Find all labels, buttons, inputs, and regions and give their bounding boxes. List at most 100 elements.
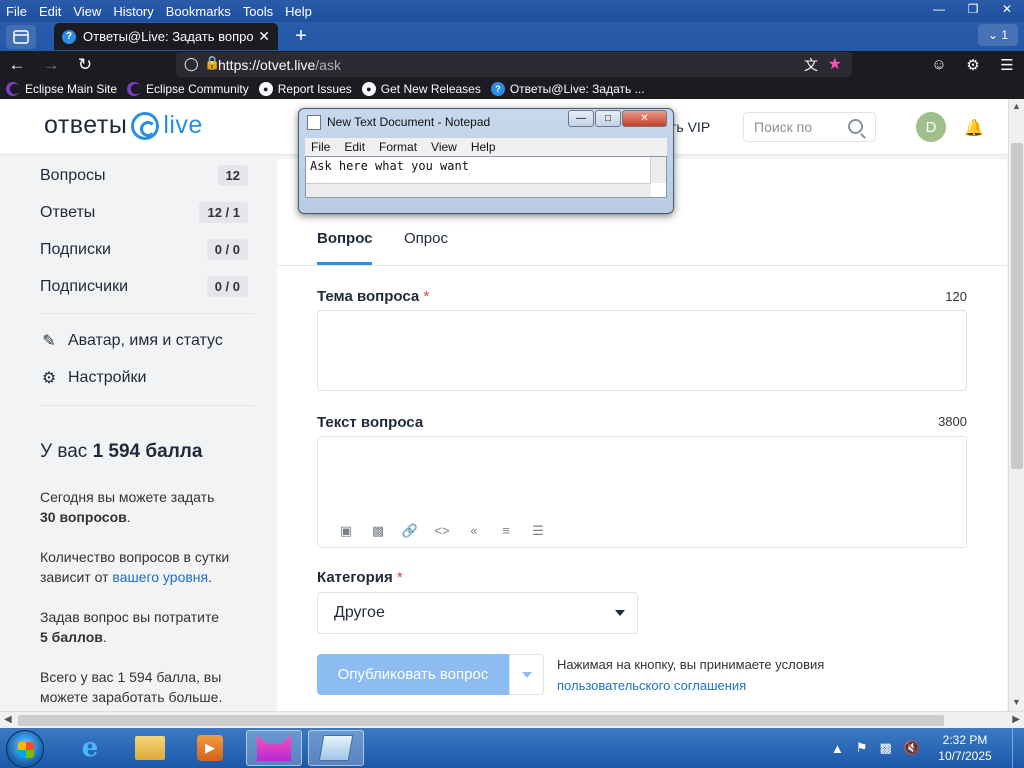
count-badge: 0 / 0: [206, 276, 248, 297]
search-icon[interactable]: [848, 119, 863, 134]
text-input[interactable]: ▣ ▩ 🔗 <> « ≡ ☰: [317, 436, 967, 548]
taskbar-explorer[interactable]: [122, 730, 178, 766]
scroll-left-icon[interactable]: ◀: [4, 714, 12, 725]
category-select[interactable]: Другое: [317, 592, 638, 634]
settings-link[interactable]: ⚙ Настройки: [40, 368, 147, 388]
scroll-up-icon[interactable]: ▲: [1012, 101, 1021, 111]
menu-tools[interactable]: Tools: [237, 4, 279, 19]
taskbar-notepad[interactable]: [308, 730, 364, 766]
horizontal-scrollbar[interactable]: ◀ ▶: [0, 711, 1024, 728]
start-button[interactable]: [6, 730, 44, 768]
browser-tab[interactable]: ? Ответы@Live: Задать вопрос ✕: [54, 23, 278, 50]
scroll-down-icon[interactable]: ▼: [1012, 697, 1021, 707]
bookmark-otvet[interactable]: ? Ответы@Live: Задать ...: [490, 81, 645, 96]
notepad-vertical-scrollbar[interactable]: [650, 157, 666, 183]
np-menu-help[interactable]: Help: [471, 140, 496, 154]
menu-bookmarks[interactable]: Bookmarks: [160, 4, 237, 19]
site-logo[interactable]: ответы live: [44, 111, 203, 140]
notepad-text-area[interactable]: Ask here what you want: [305, 156, 667, 198]
forward-icon[interactable]: →: [34, 52, 68, 78]
code-icon[interactable]: <>: [426, 523, 458, 539]
taskbar: e ▶ ▲ ⚑ ▩ 🔇 2:32 PM 10/7/2025: [0, 728, 1024, 768]
terms-link[interactable]: пользовательского соглашения: [557, 678, 746, 693]
np-menu-file[interactable]: File: [311, 140, 330, 154]
topic-input[interactable]: [317, 310, 967, 391]
taskbar-browser[interactable]: [246, 730, 302, 766]
close-tab-icon[interactable]: ✕: [258, 28, 270, 45]
scroll-right-icon[interactable]: ▶: [1012, 714, 1020, 725]
np-menu-format[interactable]: Format: [379, 140, 417, 154]
menu-edit[interactable]: Edit: [33, 4, 67, 19]
search-input[interactable]: Поиск по: [743, 112, 876, 142]
action-center-icon[interactable]: ⚑: [856, 740, 868, 756]
sidebar-item-subscribers[interactable]: Подписчики 0 / 0: [40, 276, 248, 297]
folder-icon: [135, 736, 165, 760]
maximize-icon[interactable]: □: [595, 110, 621, 127]
url-bar[interactable]: ◯ 🔒 https://otvet.live/ask 文 ★: [176, 52, 852, 77]
topic-label: Тема вопроса *: [317, 288, 430, 305]
close-icon[interactable]: ✕: [990, 0, 1024, 18]
profile-link[interactable]: ✎ Аватар, имя и статус: [40, 331, 223, 351]
bell-icon[interactable]: 🔔: [964, 118, 984, 138]
menu-history[interactable]: History: [107, 4, 159, 19]
hamburger-menu-icon[interactable]: ☰: [990, 56, 1024, 74]
menu-help[interactable]: Help: [279, 4, 318, 19]
vip-link[interactable]: ть VIP: [670, 119, 710, 135]
taskbar-media-player[interactable]: ▶: [182, 730, 238, 766]
translate-icon[interactable]: 文: [804, 55, 818, 75]
volume-muted-icon[interactable]: 🔇: [904, 740, 920, 756]
menu-file[interactable]: File: [0, 4, 33, 19]
show-hidden-icons-icon[interactable]: ▲: [831, 741, 844, 756]
notepad-window[interactable]: New Text Document - Notepad — □ ✕ File E…: [298, 108, 674, 214]
account-icon[interactable]: ☺: [922, 56, 956, 73]
numbered-list-icon[interactable]: ≡: [490, 523, 522, 539]
minimize-icon[interactable]: —: [922, 0, 956, 18]
publish-button[interactable]: Опубликовать вопрос: [317, 654, 509, 695]
back-icon[interactable]: ←: [0, 52, 34, 78]
np-menu-view[interactable]: View: [431, 140, 457, 154]
link-icon[interactable]: 🔗: [394, 523, 426, 539]
tab-list-icon[interactable]: [6, 24, 36, 49]
show-desktop-button[interactable]: [1012, 728, 1024, 768]
network-icon[interactable]: ▩: [880, 740, 892, 756]
bookmark-eclipse-main[interactable]: Eclipse Main Site: [6, 81, 117, 96]
tab-count-button[interactable]: ⌄ 1: [978, 24, 1018, 46]
restore-icon[interactable]: ❐: [956, 0, 990, 18]
avatar[interactable]: D: [916, 112, 946, 142]
reload-icon[interactable]: ↻: [68, 52, 102, 78]
taskbar-ie[interactable]: e: [62, 730, 118, 766]
video-icon[interactable]: ▩: [362, 523, 394, 539]
quote-icon[interactable]: «: [458, 523, 490, 539]
close-icon[interactable]: ✕: [622, 110, 667, 127]
minimize-icon[interactable]: —: [568, 110, 594, 127]
publish-options-button[interactable]: [509, 654, 544, 695]
bookmark-report-issues[interactable]: ● Report Issues: [258, 81, 352, 96]
extensions-icon[interactable]: ⚙: [956, 56, 990, 74]
lock-icon[interactable]: 🔒: [204, 55, 220, 71]
level-link[interactable]: вашего уровня: [112, 569, 208, 585]
github-icon: ●: [258, 81, 273, 96]
bulleted-list-icon[interactable]: ☰: [522, 523, 554, 539]
vertical-scrollbar[interactable]: ▲ ▼: [1008, 99, 1024, 711]
image-icon[interactable]: ▣: [330, 523, 362, 539]
scroll-thumb[interactable]: [1011, 143, 1023, 469]
clock[interactable]: 2:32 PM 10/7/2025: [932, 732, 998, 764]
new-tab-icon[interactable]: +: [288, 25, 314, 49]
bookmark-get-releases[interactable]: ● Get New Releases: [361, 81, 481, 96]
notepad-horizontal-scrollbar[interactable]: [306, 183, 651, 197]
today-info: Сегодня вы можете задать 30 вопросов.: [40, 489, 215, 525]
sidebar-item-answers[interactable]: Ответы 12 / 1: [40, 202, 248, 223]
tab-poll[interactable]: Опрос: [404, 230, 448, 247]
bookmark-star-icon[interactable]: ★: [828, 54, 842, 74]
gear-icon: ⚙: [41, 370, 57, 387]
menu-view[interactable]: View: [67, 4, 107, 19]
sidebar-item-questions[interactable]: Вопросы 12: [40, 165, 248, 186]
score-heading: У вас 1 594 балла: [40, 441, 203, 462]
np-menu-edit[interactable]: Edit: [344, 140, 365, 154]
divider: [40, 405, 254, 406]
scroll-thumb[interactable]: [18, 715, 944, 726]
shield-icon[interactable]: ◯: [184, 56, 199, 72]
sidebar-item-subscriptions[interactable]: Подписки 0 / 0: [40, 239, 248, 260]
tab-question[interactable]: Вопрос: [317, 230, 373, 247]
bookmark-eclipse-community[interactable]: Eclipse Community: [127, 81, 249, 96]
